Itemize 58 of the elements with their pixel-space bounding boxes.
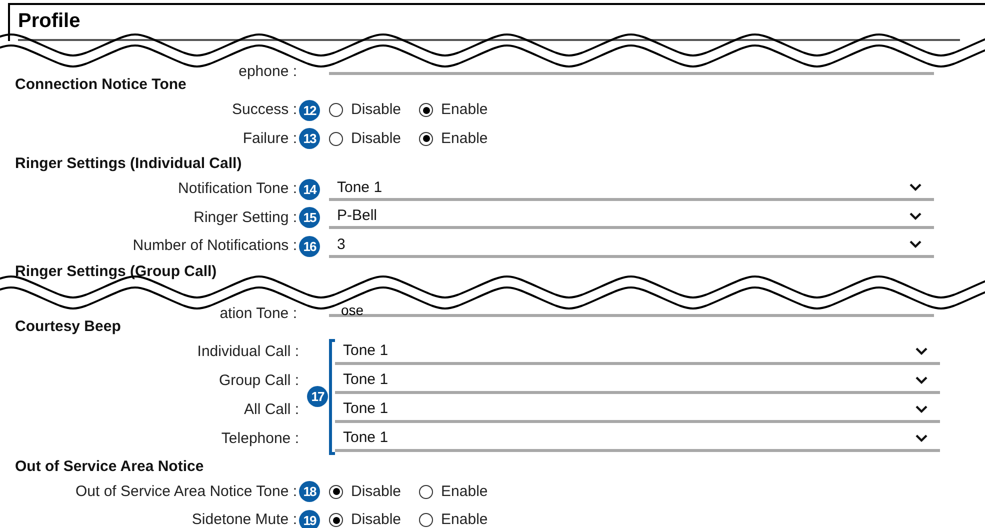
chevron-down-icon xyxy=(909,240,922,250)
field-label: Number of Notifications : xyxy=(132,236,297,256)
radio-option[interactable]: Enable xyxy=(419,128,488,150)
section-heading: Connection Notice Tone xyxy=(14,75,188,95)
radio-option[interactable]: Disable xyxy=(329,128,402,150)
field-label: ation Tone : xyxy=(220,304,297,324)
radio-button[interactable] xyxy=(329,484,343,499)
radio-option[interactable]: Enable xyxy=(419,99,488,122)
chevron-down-icon xyxy=(909,212,922,221)
radio-button[interactable] xyxy=(329,132,343,146)
chevron-down-icon xyxy=(915,347,928,356)
section-heading: Courtesy Beep xyxy=(14,316,122,336)
field-label: Ringer Setting : xyxy=(194,208,297,228)
radio-option[interactable]: Disable xyxy=(329,480,402,503)
field-label: Notification Tone : xyxy=(178,179,297,199)
radio-button[interactable] xyxy=(329,103,343,118)
radio-button[interactable] xyxy=(419,513,434,528)
dropdown-select[interactable]: Tone 1 xyxy=(335,400,940,422)
field-label: ephone : xyxy=(238,62,297,82)
radio-option[interactable]: Enable xyxy=(419,480,488,503)
dropdown-select[interactable]: 3 xyxy=(329,234,934,258)
chevron-down-icon xyxy=(909,183,922,192)
radio-button[interactable] xyxy=(329,513,343,528)
field-label: Out of Service Area Notice Tone : xyxy=(75,482,297,502)
dropdown-select[interactable]: Tone 1 xyxy=(329,178,934,201)
field-label: Sidetone Mute : xyxy=(192,510,297,528)
radio-button[interactable] xyxy=(419,484,434,499)
callout-number: 12 xyxy=(299,100,320,121)
field-label: Group Call : xyxy=(218,370,299,391)
dropdown-select[interactable]: Tone 1 xyxy=(335,428,940,452)
callout-number: 13 xyxy=(299,128,320,150)
callout-number: 19 xyxy=(299,510,320,528)
callout-number: 17 xyxy=(307,386,328,407)
radio-button[interactable] xyxy=(419,103,434,118)
dropdown-value: ose xyxy=(341,302,364,316)
chevron-down-icon xyxy=(915,376,928,385)
field-label: Failure : xyxy=(242,128,297,148)
dropdown-select[interactable]: Tone 1 xyxy=(335,342,940,364)
callout-number: 15 xyxy=(299,207,320,228)
radio-option[interactable]: Disable xyxy=(329,509,402,528)
radio-option[interactable]: Disable xyxy=(329,99,402,122)
dropdown-select[interactable]: P-Bell xyxy=(329,206,934,230)
page-title: Profile xyxy=(18,6,960,41)
chevron-down-icon xyxy=(915,405,928,414)
section-heading: Out of Service Area Notice xyxy=(14,456,205,476)
field-label: Telephone : xyxy=(221,428,299,449)
radio-option[interactable]: Enable xyxy=(419,509,488,528)
chevron-down-icon xyxy=(915,434,928,443)
section-heading: Ringer Settings (Group Call) xyxy=(14,262,218,282)
field-label: Individual Call : xyxy=(197,342,299,362)
dropdown-select[interactable]: Tone 1 xyxy=(335,370,940,394)
section-heading: Ringer Settings (Individual Call) xyxy=(14,154,243,174)
callout-number: 16 xyxy=(299,236,320,257)
callout-number: 18 xyxy=(299,481,320,502)
field-label: All Call : xyxy=(244,400,299,420)
field-label: Success : xyxy=(232,100,297,120)
radio-button[interactable] xyxy=(419,132,434,146)
callout-number: 14 xyxy=(299,178,320,200)
